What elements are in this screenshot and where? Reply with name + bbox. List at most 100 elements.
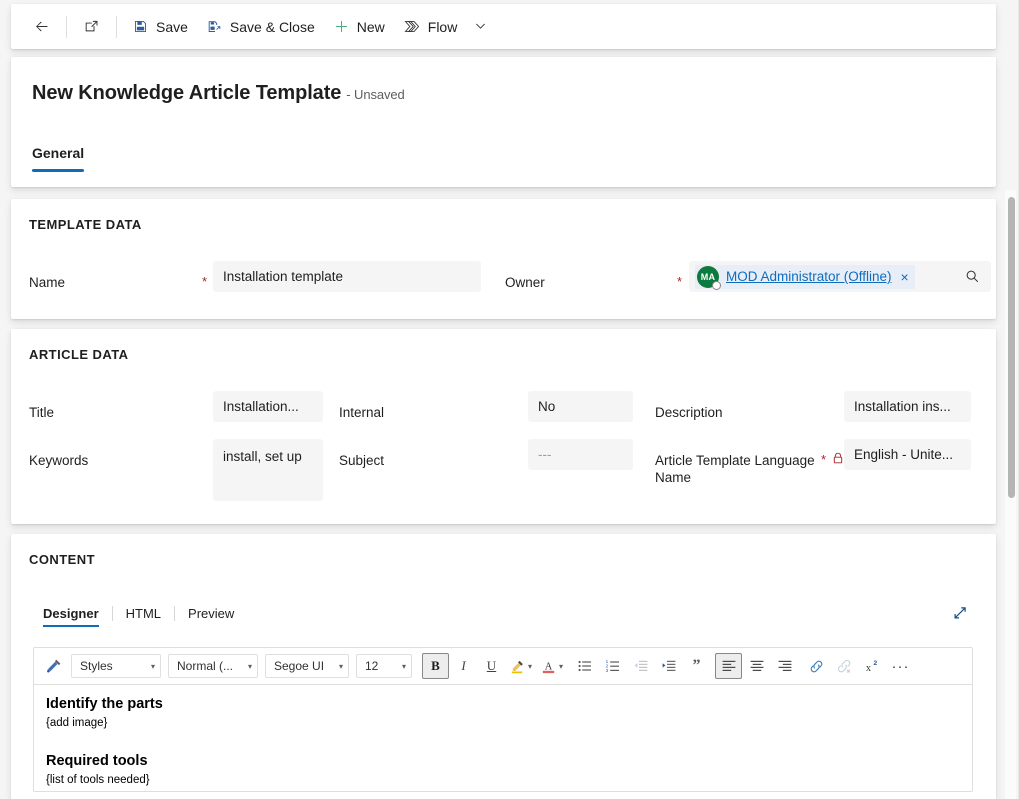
name-input[interactable]: Installation template [213, 261, 481, 292]
bold-icon-label: B [431, 658, 440, 673]
font-family-dropdown[interactable]: Segoe UI ▾ [265, 654, 349, 678]
font-family-label: Segoe UI [274, 659, 325, 673]
editor-paragraph-1: {add image} [46, 717, 108, 729]
more-options-icon[interactable]: ··· [887, 653, 914, 679]
align-center-icon[interactable] [743, 653, 770, 679]
tab-preview[interactable]: Preview [175, 606, 247, 627]
tab-designer-label: Designer [43, 606, 99, 621]
paragraph-format-label: Normal (... [177, 659, 234, 673]
description-input-value: Installation ins... [854, 399, 951, 414]
tab-html[interactable]: HTML [113, 606, 174, 627]
back-button[interactable] [23, 10, 60, 44]
command-bar-divider-2 [116, 15, 117, 38]
save-and-close-button-label: Save & Close [229, 18, 315, 35]
save-icon [132, 18, 149, 35]
format-painter-icon[interactable] [40, 653, 67, 679]
content-section: CONTENT Designer HTML Preview Styles ▾ N… [11, 534, 996, 799]
subject-input[interactable]: --- [528, 439, 633, 470]
blockquote-icon-label: ” [692, 657, 701, 675]
blockquote-icon[interactable]: ” [683, 653, 710, 679]
title-field-label: Title [29, 405, 55, 420]
expand-editor-button[interactable] [946, 600, 972, 626]
form-tabstrip: General [32, 145, 85, 172]
font-size-dropdown[interactable]: 12 ▾ [356, 654, 412, 678]
owner-chip-label[interactable]: MOD Administrator (Offline) [726, 269, 892, 284]
presence-offline-icon [712, 280, 721, 290]
flow-button-label: Flow [427, 18, 458, 35]
command-bar-overflow-button[interactable] [466, 10, 495, 44]
increase-indent-icon[interactable] [655, 653, 682, 679]
styles-dropdown[interactable]: Styles ▾ [71, 654, 161, 678]
article-data-section-title: ARTICLE DATA [29, 347, 129, 362]
unlink-icon[interactable] [831, 653, 858, 679]
form-scrollbar-thumb[interactable] [1008, 197, 1015, 498]
owner-lookup-field[interactable]: MA MOD Administrator (Offline) × [689, 261, 991, 292]
name-required-indicator: * [202, 274, 208, 289]
article-template-language-name-label-text: Article Template Language Name [655, 453, 815, 485]
back-arrow-icon [33, 18, 50, 35]
svg-text:3: 3 [605, 668, 608, 673]
link-icon[interactable] [803, 653, 830, 679]
description-field-label: Description [655, 405, 723, 420]
owner-chip-remove-icon[interactable]: × [899, 270, 911, 284]
chevron-down-icon: ▾ [150, 661, 155, 671]
command-bar-divider-1 [66, 15, 67, 38]
keywords-input[interactable]: install, set up [213, 439, 323, 501]
tab-designer[interactable]: Designer [43, 606, 112, 627]
open-in-new-window-icon [83, 18, 100, 35]
styles-dropdown-label: Styles [80, 659, 113, 673]
owner-field-label: Owner [505, 275, 545, 290]
tab-preview-label: Preview [188, 606, 235, 621]
subject-field-label: Subject [339, 453, 385, 468]
new-button-label: New [356, 18, 385, 35]
owner-chip[interactable]: MA MOD Administrator (Offline) × [695, 264, 915, 290]
expand-diagonal-icon [951, 605, 968, 622]
rich-text-editor: Styles ▾ Normal (... ▾ Segoe UI ▾ 12 ▾ B [33, 647, 973, 792]
italic-icon-label: I [461, 658, 466, 673]
record-header-card: New Knowledge Article Template - Unsaved … [11, 57, 996, 187]
tab-general[interactable]: General [32, 145, 85, 172]
save-button[interactable]: Save [123, 10, 197, 44]
tab-general-label: General [32, 145, 85, 161]
title-input-value: Installation... [223, 399, 299, 414]
chevron-down-icon: ▾ [338, 661, 343, 671]
svg-text:A: A [544, 661, 552, 672]
underline-icon[interactable]: U [478, 653, 505, 679]
svg-text:x: x [866, 663, 872, 674]
numbered-list-icon[interactable]: 1 2 3 [599, 653, 626, 679]
avatar-initials: MA [700, 271, 716, 282]
editor-content-area[interactable]: Identify the parts {add image} Required … [34, 685, 972, 791]
form-scrollbar-track[interactable] [1005, 190, 1016, 799]
chevron-down-icon: ▾ [401, 661, 406, 671]
content-section-title: CONTENT [29, 552, 95, 567]
owner-lookup-search-icon[interactable] [959, 264, 985, 290]
title-input[interactable]: Installation... [213, 391, 323, 422]
content-tabstrip: Designer HTML Preview [43, 606, 247, 627]
name-input-value: Installation template [223, 269, 344, 284]
new-button[interactable]: New [324, 10, 394, 44]
save-and-close-button[interactable]: Save & Close [197, 10, 324, 44]
tab-html-label: HTML [125, 606, 162, 621]
italic-icon[interactable]: I [450, 653, 477, 679]
svg-text:2: 2 [873, 660, 877, 667]
save-and-close-icon [206, 18, 223, 35]
align-left-icon[interactable] [715, 653, 743, 679]
align-right-icon[interactable] [771, 653, 798, 679]
text-highlight-color-button[interactable]: ▾ [506, 653, 536, 679]
paragraph-format-dropdown[interactable]: Normal (... ▾ [168, 654, 258, 678]
bold-icon[interactable]: B [422, 653, 449, 679]
article-template-language-name-input[interactable]: English - Unite... [844, 439, 971, 470]
decrease-indent-icon[interactable] [627, 653, 654, 679]
description-input[interactable]: Installation ins... [844, 391, 971, 422]
save-button-label: Save [156, 18, 188, 35]
superscript-icon[interactable]: x 2 [859, 653, 886, 679]
subject-input-value: --- [538, 447, 552, 462]
internal-input[interactable]: No [528, 391, 633, 422]
open-in-new-window-button[interactable] [73, 10, 110, 44]
keywords-input-value: install, set up [223, 449, 302, 464]
flow-button[interactable]: Flow [394, 10, 467, 44]
bulleted-list-icon[interactable] [571, 653, 598, 679]
record-status-label: - Unsaved [346, 87, 405, 102]
font-color-button[interactable]: A ▾ [537, 653, 567, 679]
app-root: Save Save & Close New Flow New Knowledge… [0, 0, 1019, 799]
